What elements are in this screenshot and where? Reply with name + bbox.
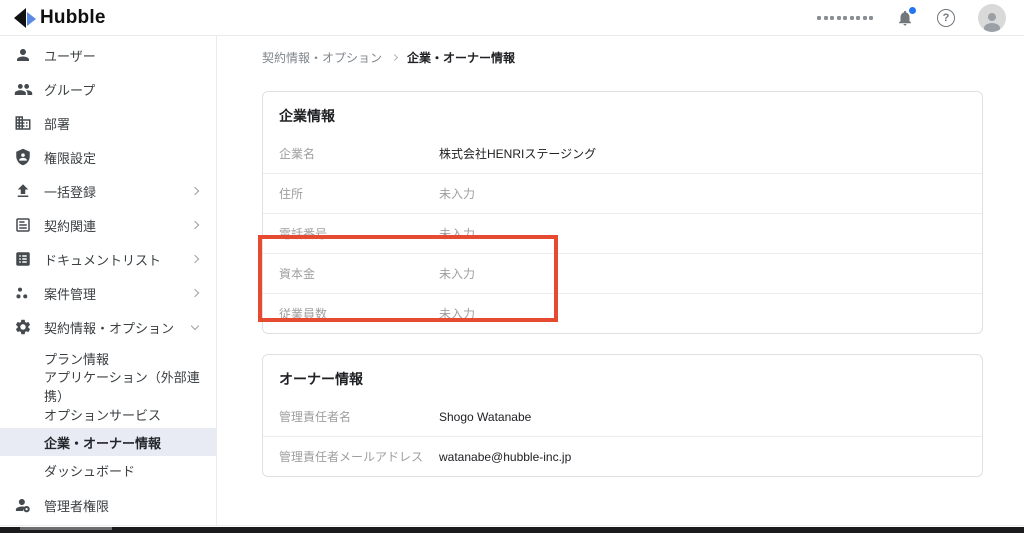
sidebar-item-label: 契約関連	[44, 216, 96, 235]
card-title: 企業情報	[263, 92, 982, 134]
chevron-right-icon	[191, 221, 199, 229]
admin-permission-icon	[13, 495, 33, 515]
sidebar-item-label: 管理者権限	[44, 496, 109, 515]
matter-dots-icon	[13, 283, 33, 303]
breadcrumb: 契約情報・オプション 企業・オーナー情報	[262, 48, 984, 66]
sidebar-item-label: ユーザー	[44, 46, 96, 65]
window-bottom-border	[0, 525, 1024, 526]
user-avatar[interactable]	[978, 4, 1006, 32]
document-list-icon	[13, 249, 33, 269]
hubble-logo[interactable]: Hubble	[14, 6, 106, 30]
sidebar-item-label: 一括登録	[44, 182, 96, 201]
sidebar-subitem-company-owner-info[interactable]: 企業・オーナー情報	[0, 428, 216, 456]
company-name-row: 企業名 株式会社HENRIステージング	[263, 134, 982, 173]
permissions-shield-icon	[13, 147, 33, 167]
avatar-person-icon	[980, 8, 1004, 32]
notifications-button[interactable]	[896, 9, 914, 27]
employee-count-row: 従業員数 未入力	[263, 293, 982, 333]
notification-badge	[909, 7, 916, 14]
sidebar-item-matter-management[interactable]: 案件管理	[0, 276, 216, 310]
subitem-label: オプションサービス	[44, 405, 161, 424]
phone-number-row: 電話番号 未入力	[263, 213, 982, 253]
sidebar-item-label: 契約情報・オプション	[44, 318, 174, 337]
sidebar-subitem-applications[interactable]: アプリケーション（外部連携）	[0, 372, 216, 400]
sidebar-item-admin-permissions[interactable]: 管理者権限	[0, 490, 216, 520]
row-label: 住所	[279, 185, 439, 202]
subitem-label: プラン情報	[44, 349, 109, 368]
card-title: オーナー情報	[263, 355, 982, 397]
logo-text: Hubble	[40, 7, 106, 29]
row-value: 未入力	[439, 305, 475, 322]
bulk-upload-icon	[13, 181, 33, 201]
sidebar-item-label: 案件管理	[44, 284, 96, 303]
subitem-label: 企業・オーナー情報	[44, 433, 161, 452]
row-value: watanabe@hubble-inc.jp	[439, 450, 571, 464]
chevron-right-icon	[191, 187, 199, 195]
chevron-right-icon	[191, 289, 199, 297]
sidebar-item-label: 部署	[44, 114, 70, 133]
row-label: 管理責任者メールアドレス	[279, 448, 439, 465]
company-info-card: 企業情報 企業名 株式会社HENRIステージング 住所 未入力 電話番号 未入力…	[262, 91, 983, 334]
subitem-label: ダッシュボード	[44, 461, 135, 480]
row-value: 未入力	[439, 185, 475, 202]
main-content: 契約情報・オプション 企業・オーナー情報 企業情報 企業名 株式会社HENRIス…	[218, 36, 1024, 533]
row-label: 企業名	[279, 145, 439, 162]
breadcrumb-separator-icon	[391, 53, 398, 60]
row-label: 従業員数	[279, 305, 439, 322]
sidebar-item-users[interactable]: ユーザー	[0, 38, 216, 72]
department-building-icon	[13, 113, 33, 133]
sidebar-subitem-dashboard[interactable]: ダッシュボード	[0, 456, 216, 484]
row-label: 管理責任者名	[279, 408, 439, 425]
breadcrumb-parent-link[interactable]: 契約情報・オプション	[262, 49, 382, 66]
settings-gear-icon	[13, 317, 33, 337]
sidebar-item-groups[interactable]: グループ	[0, 72, 216, 106]
sidebar-item-contract-info-options[interactable]: 契約情報・オプション	[0, 310, 216, 344]
subitem-label: アプリケーション（外部連携）	[44, 367, 204, 405]
hubble-logo-icon	[14, 6, 36, 30]
address-row: 住所 未入力	[263, 173, 982, 213]
capital-row: 資本金 未入力	[263, 253, 982, 293]
owner-info-card: オーナー情報 管理責任者名 Shogo Watanabe 管理責任者メールアドレ…	[262, 354, 983, 477]
sidebar-item-label: 権限設定	[44, 148, 96, 167]
chevron-right-icon	[191, 255, 199, 263]
sidebar-item-document-list[interactable]: ドキュメントリスト	[0, 242, 216, 276]
row-label: 資本金	[279, 265, 439, 282]
group-icon	[13, 79, 33, 99]
sidebar-item-bulk-register[interactable]: 一括登録	[0, 174, 216, 208]
row-value: 未入力	[439, 265, 475, 282]
sidebar-item-permission-settings[interactable]: 権限設定	[0, 140, 216, 174]
desktop-edge	[0, 527, 1024, 533]
sidebar-item-departments[interactable]: 部署	[0, 106, 216, 140]
row-value: Shogo Watanabe	[439, 410, 531, 424]
app-header: Hubble ?	[0, 0, 1024, 36]
admin-manager-name-row: 管理責任者名 Shogo Watanabe	[263, 397, 982, 436]
chevron-down-icon	[191, 321, 199, 329]
contract-document-icon	[13, 215, 33, 235]
row-label: 電話番号	[279, 225, 439, 242]
help-icon[interactable]: ?	[937, 9, 955, 27]
admin-manager-email-row: 管理責任者メールアドレス watanabe@hubble-inc.jp	[263, 436, 982, 476]
row-value: 未入力	[439, 225, 475, 242]
breadcrumb-current: 企業・オーナー情報	[407, 49, 515, 66]
sidebar-item-label: ドキュメントリスト	[44, 250, 161, 269]
user-icon	[13, 45, 33, 65]
apps-grid-icon[interactable]	[817, 16, 873, 20]
sidebar-item-label: グループ	[44, 80, 95, 99]
sidebar-item-contract-related[interactable]: 契約関連	[0, 208, 216, 242]
row-value: 株式会社HENRIステージング	[439, 145, 596, 162]
sidebar: ユーザー グループ 部署 権限設定 一括登録 契約関連	[0, 36, 217, 525]
